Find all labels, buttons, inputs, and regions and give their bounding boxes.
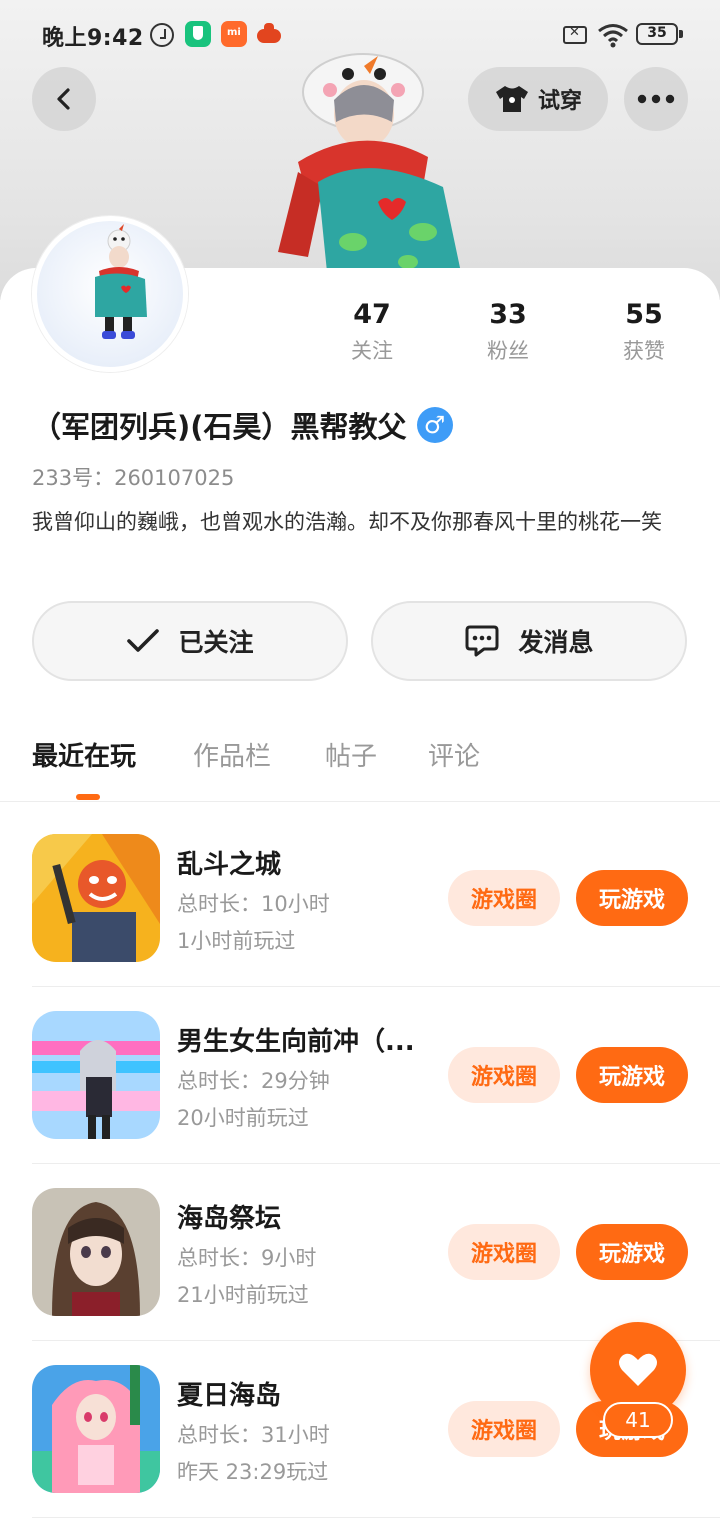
stat-likes-value: 55 [625,299,663,330]
character-avatar-image[interactable] [258,52,468,282]
tab-recently-played[interactable]: 最近在玩 [32,736,136,773]
tab-posts[interactable]: 帖子 [325,736,377,773]
game-list-item[interactable]: 乱斗之城 总时长：10小时 1小时前玩过 游戏圈 玩游戏 [32,810,720,987]
profile-tabs: 最近在玩 作品栏 帖子 评论 [0,736,720,802]
game-list-item[interactable]: 男生女生向前冲（... 总时长：29分钟 20小时前玩过 游戏圈 玩游戏 [32,987,720,1164]
play-game-button[interactable]: 玩游戏 [576,1224,688,1280]
stat-following-label: 关注 [351,339,393,363]
mi-store-icon [221,21,247,47]
more-dots-icon [637,94,675,104]
male-gender-icon: ♂ [416,407,453,443]
followed-label: 已关注 [178,628,254,657]
heart-icon [619,1353,657,1386]
game-total-duration: 总时长：10小时 [177,892,330,916]
tshirt-icon [495,86,528,112]
game-thumbnail[interactable] [32,1365,160,1493]
stat-following-value: 47 [353,299,391,330]
game-circle-button[interactable]: 游戏圈 [448,1401,560,1457]
send-message-label: 发消息 [518,628,594,657]
game-title: 男生女生向前冲（... [177,1027,415,1057]
profile-avatar-figure [95,224,147,339]
stat-likes[interactable]: 55 获赞 [594,298,694,364]
game-title: 海岛祭坛 [177,1204,282,1234]
user-bio: 我曾仰山的巍峨，也曾观水的浩瀚。却不及你那春风十里的桃花一笑 [32,510,662,534]
game-circle-button[interactable]: 游戏圈 [448,870,560,926]
game-title: 夏日海岛 [177,1381,282,1411]
status-time: 晚上9:42 [42,26,144,51]
game-last-played: 昨天 23:29玩过 [177,1460,329,1484]
game-last-played: 1小时前玩过 [177,929,296,953]
play-game-button[interactable]: 玩游戏 [576,1047,688,1103]
stat-fans[interactable]: 33 粉丝 [458,298,558,364]
sim-off-icon [563,25,587,44]
game-list-item[interactable]: 海岛祭坛 总时长：9小时 21小时前玩过 游戏圈 玩游戏 [32,1164,720,1341]
status-bar: 晚上9:42 35 [0,0,720,70]
battery-icon: 35 [636,23,683,45]
game-thumbnail[interactable] [32,834,160,962]
user-id: 233号：260107025 [32,466,235,490]
game-circle-button[interactable]: 游戏圈 [448,1224,560,1280]
like-count-badge: 41 [603,1402,673,1438]
active-tab-indicator [76,794,100,800]
try-on-label: 试穿 [537,89,582,114]
game-title: 乱斗之城 [177,850,282,880]
chat-bubble-icon [465,625,499,657]
game-circle-button[interactable]: 游戏圈 [448,1047,560,1103]
game-last-played: 21小时前玩过 [177,1283,309,1307]
username-row: （军团列兵)(石昊）黑帮教父 ♂ [32,404,453,446]
alarm-icon [150,23,174,47]
security-shield-icon [185,21,211,47]
game-total-duration: 总时长：31小时 [177,1423,330,1447]
play-game-button[interactable]: 玩游戏 [576,870,688,926]
game-total-duration: 总时长：29分钟 [177,1069,330,1093]
stat-fans-label: 粉丝 [487,339,529,363]
game-last-played: 20小时前玩过 [177,1106,309,1130]
followed-button[interactable]: 已关注 [32,601,348,681]
chevron-left-icon [57,88,70,110]
stat-following[interactable]: 47 关注 [322,298,422,364]
more-options-button[interactable] [624,67,688,131]
game-center-icon [256,21,282,47]
game-thumbnail[interactable] [32,1011,160,1139]
game-total-duration: 总时长：9小时 [177,1246,317,1270]
back-button[interactable] [32,67,96,131]
profile-avatar[interactable] [32,216,188,372]
stat-fans-value: 33 [489,299,527,330]
send-message-button[interactable]: 发消息 [371,601,687,681]
stat-likes-label: 获赞 [623,339,665,363]
tab-works[interactable]: 作品栏 [193,736,271,773]
checkmark-icon [127,629,160,652]
tab-comments[interactable]: 评论 [428,736,480,773]
try-on-button[interactable]: 试穿 [468,67,608,131]
wifi-icon [598,24,628,48]
game-thumbnail[interactable] [32,1188,160,1316]
username: （军团列兵)(石昊）黑帮教父 [32,410,407,444]
